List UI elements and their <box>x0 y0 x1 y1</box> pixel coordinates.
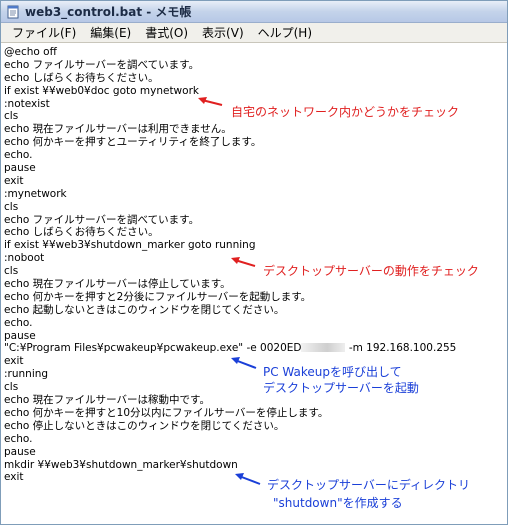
annotation-check-home-network: 自宅のネットワーク内かどうかをチェック <box>231 105 460 119</box>
arrow-blue-1 <box>231 357 257 369</box>
code-line: echo ファイルサーバーを調べています。 <box>4 213 200 226</box>
code-line: echo 現在ファイルサーバーは停止しています。 <box>4 278 231 291</box>
menu-file[interactable]: ファイル(F) <box>5 24 83 42</box>
annotation-wakeup-line2: デスクトップサーバーを起動 <box>263 381 419 395</box>
code-line: echo 現在ファイルサーバーは利用できません。 <box>4 123 232 136</box>
code-line: echo. <box>4 432 33 445</box>
code-line: echo. <box>4 316 33 329</box>
menu-bar: ファイル(F) 編集(E) 書式(O) 表示(V) ヘルプ(H) <box>1 23 507 43</box>
annotation-wakeup-line1: PC Wakeupを呼び出して <box>263 365 402 379</box>
code-line: if exist ¥¥web0¥doc goto mynetwork <box>4 84 199 97</box>
notepad-icon <box>5 4 21 20</box>
code-line: @echo off <box>4 46 57 58</box>
code-line: echo 何かキーを押すと2分後にファイルサーバーを起動します。 <box>4 290 312 303</box>
title-bar[interactable]: web3_control.bat - メモ帳 <box>1 1 507 23</box>
arrow-red-2 <box>231 257 256 267</box>
code-line: pause <box>4 445 36 458</box>
code-line: echo. <box>4 149 33 162</box>
arrow-red-1 <box>198 97 223 106</box>
code-line: echo 何かキーを押すとユーティリティを終了します。 <box>4 136 262 149</box>
code-line: cls <box>4 200 19 213</box>
text-editor[interactable]: @echo off echo ファイルサーバーを調べています。 echo しばら… <box>1 43 507 523</box>
code-line: echo ファイルサーバーを調べています。 <box>4 58 200 71</box>
arrow-blue-2 <box>235 473 261 485</box>
menu-view[interactable]: 表示(V) <box>195 24 251 42</box>
code-line: echo しばらくお待ちください。 <box>4 71 159 84</box>
code-line-wakeup: "C:¥Program Files¥pcwakeup¥pcwakeup.exe"… <box>4 342 456 355</box>
code-line: mkdir ¥¥web3¥shutdown_marker¥shutdown <box>4 458 238 471</box>
wakeup-command-suffix: -m 192.168.100.255 <box>345 342 457 355</box>
code-line: echo しばらくお待ちください。 <box>4 226 159 239</box>
redacted-mac-address <box>301 343 346 353</box>
code-line: pause <box>4 329 36 342</box>
code-line: :mynetwork <box>4 187 67 200</box>
annotation-check-desktop-server: デスクトップサーバーの動作をチェック <box>263 264 479 278</box>
menu-edit[interactable]: 編集(E) <box>83 24 138 42</box>
annotation-mkdir-line1: デスクトップサーバーにディレクトリ <box>267 478 471 492</box>
code-line: pause <box>4 162 36 175</box>
code-line: echo 起動しないときはこのウィンドウを閉じてください。 <box>4 303 285 316</box>
notepad-window: web3_control.bat - メモ帳 ファイル(F) 編集(E) 書式(… <box>0 0 508 525</box>
menu-format[interactable]: 書式(O) <box>138 24 195 42</box>
menu-help[interactable]: ヘルプ(H) <box>251 24 319 42</box>
annotation-mkdir-line2: "shutdown"を作成する <box>273 496 403 510</box>
window-title: web3_control.bat - メモ帳 <box>25 5 192 19</box>
code-line: exit <box>4 174 24 187</box>
code-line: if exist ¥¥web3¥shutdown_marker goto run… <box>4 239 256 252</box>
code-line: echo 何かキーを押すと10分以内にファイルサーバーを停止します。 <box>4 406 329 419</box>
code-line: echo 停止しないときはこのウィンドウを閉じてください。 <box>4 419 285 432</box>
wakeup-command: "C:¥Program Files¥pcwakeup¥pcwakeup.exe"… <box>4 342 302 355</box>
